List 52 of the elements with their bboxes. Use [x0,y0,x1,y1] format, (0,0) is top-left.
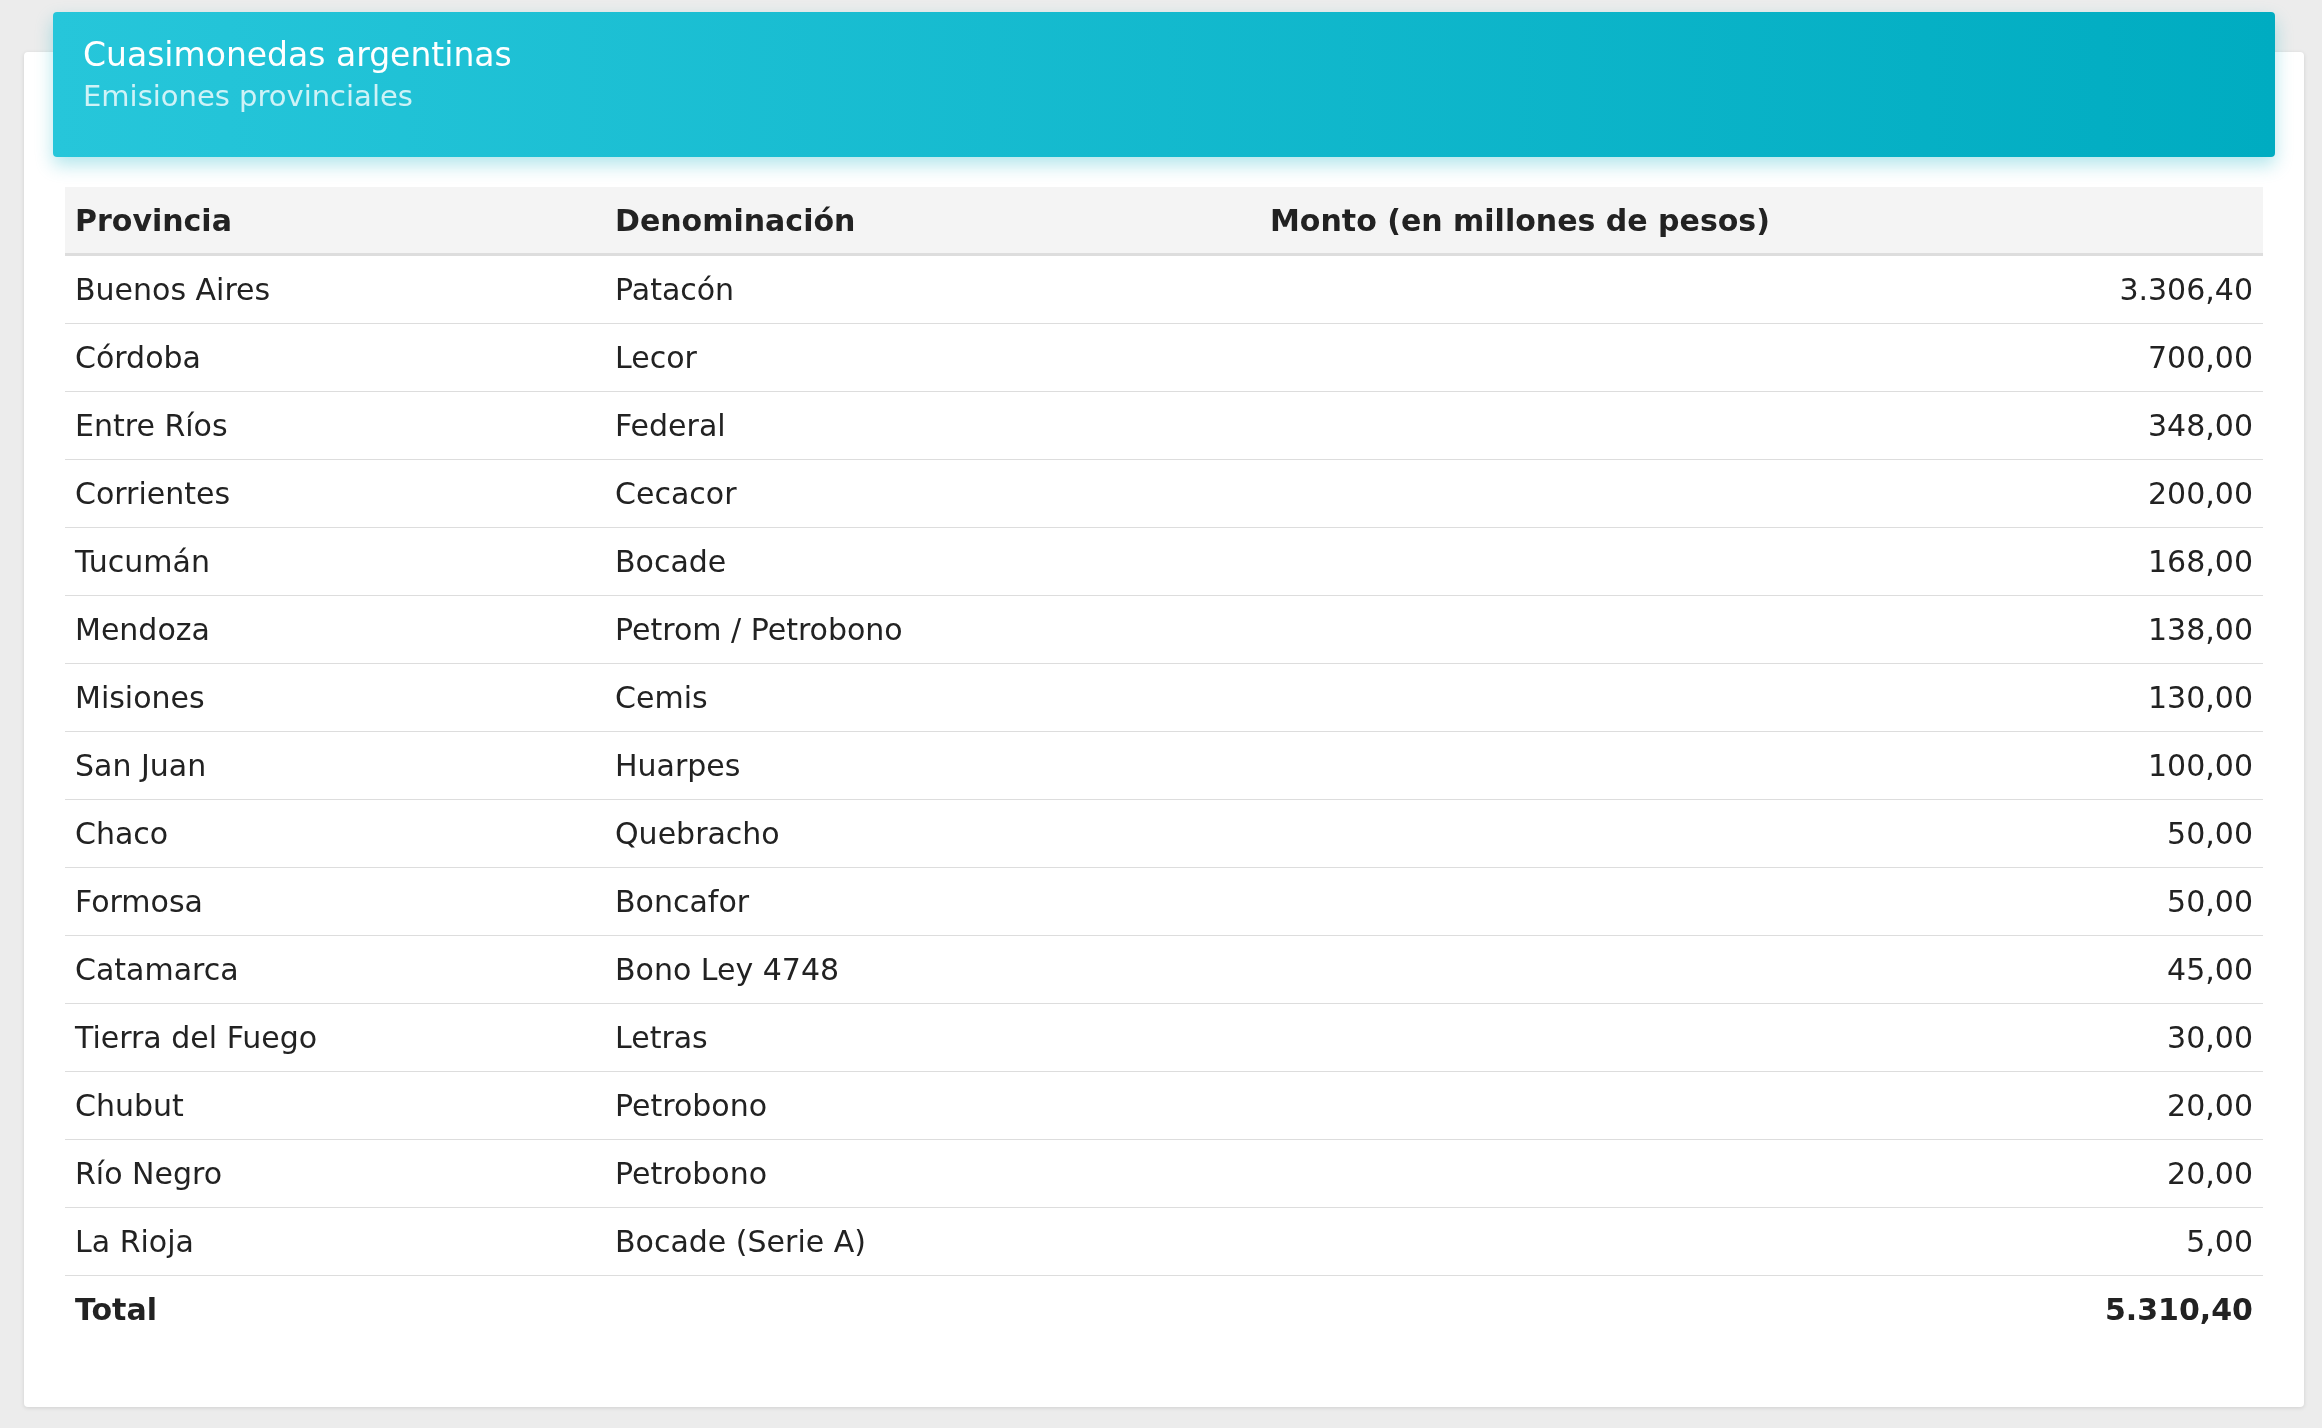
table-cell: Buenos Aires [75,272,271,307]
table-cell: Bocade (Serie A) [615,1224,866,1259]
table-cell: San Juan [75,748,207,783]
table-cell: Chubut [75,1088,184,1123]
table-cell: Tucumán [75,544,210,579]
table-cell: Córdoba [75,340,201,375]
card-subtitle: Emisiones provinciales [83,78,414,115]
table-cell: Entre Ríos [75,408,228,443]
table-cell: 100,00 [2148,748,2253,783]
total-value: 5.310,40 [2104,1292,2253,1327]
table-cell: 50,00 [2167,816,2253,851]
table-cell: Boncafor [615,884,750,919]
card-title: Cuasimonedas argentinas [83,34,513,76]
table-cell: Quebracho [615,816,780,851]
table-cell: Río Negro [75,1156,223,1191]
column-header: Denominación [615,202,856,238]
table-cell: Catamarca [75,952,239,987]
table-cell: Formosa [75,884,203,919]
table-cell: Bocade [615,544,727,579]
table-cell: Petrobono [615,1156,768,1191]
table-cell: Cecacor [615,476,737,511]
table-cell: Cemis [615,680,708,715]
table-cell: Huarpes [615,748,741,783]
table-cell: Petrobono [615,1088,768,1123]
table-cell: 168,00 [2148,544,2253,579]
table-cell: 138,00 [2148,612,2253,647]
table-cell: 20,00 [2167,1088,2253,1123]
table-cell: 45,00 [2167,952,2253,987]
total-label: Total [75,1292,157,1327]
table-cell: 20,00 [2167,1156,2253,1191]
table-cell: Patacón [615,272,735,307]
table-cell: Petrom / Petrobono [615,612,903,647]
column-header: Monto (en millones de pesos) [1270,202,1770,238]
table-cell: 700,00 [2148,340,2253,375]
table-cell: 348,00 [2148,408,2253,443]
table-cell: Tierra del Fuego [75,1020,318,1055]
table-cell: 50,00 [2167,884,2253,919]
table-cell: 200,00 [2148,476,2253,511]
table-cell: Corrientes [75,476,231,511]
table-cell: Letras [615,1020,708,1055]
table-cell: Chaco [75,816,169,851]
table-cell: Federal [615,408,726,443]
table-cell: 5,00 [2186,1224,2253,1259]
table-cell: 130,00 [2148,680,2253,715]
table-cell: La Rioja [75,1224,194,1259]
table-cell: Bono Ley 4748 [615,952,840,987]
table-cell: Misiones [75,680,205,715]
table-cell: Lecor [615,340,697,375]
table-cell: 30,00 [2167,1020,2253,1055]
column-header: Provincia [75,202,232,238]
table-cell: 3.306,40 [2119,272,2253,307]
table-cell: Mendoza [75,612,210,647]
